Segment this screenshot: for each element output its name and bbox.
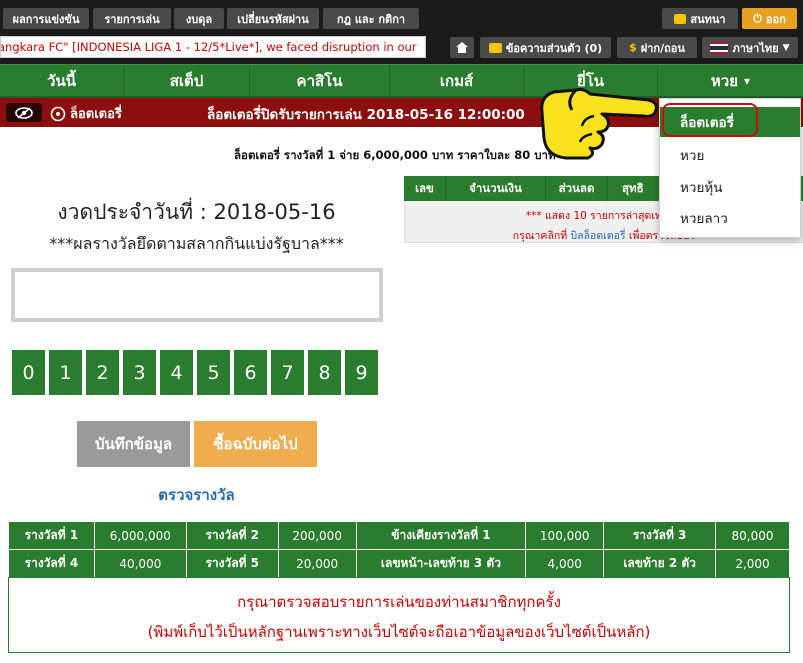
hide-toggle-button[interactable] xyxy=(6,103,42,122)
nav-casino[interactable]: คาสิโน xyxy=(250,65,390,97)
balance-button[interactable]: งบดุล xyxy=(174,8,224,29)
prize-label: รางวัลที่ 3 xyxy=(603,521,717,550)
deposit-label: ฝาก/ถอน xyxy=(640,41,685,55)
chat-label: สนทนา xyxy=(690,12,726,26)
digit-2-button[interactable]: 2 xyxy=(86,350,119,395)
caret-down-icon: ▼ xyxy=(782,42,790,53)
menu-item-stock-lottery[interactable]: หวยหุ้น xyxy=(660,172,800,202)
top-bar: ผลการแข่งขัน รายการเล่น งบดุล เปลี่ยนรหั… xyxy=(0,0,803,64)
deposit-withdraw-button[interactable]: $ ฝาก/ถอน xyxy=(617,37,697,58)
logout-label: ออก xyxy=(765,12,786,26)
digit-6-button[interactable]: 6 xyxy=(234,350,267,395)
prize-value: 6,000,000 xyxy=(93,521,187,550)
prize-value: 4,000 xyxy=(525,549,605,578)
lottery-bill-link[interactable]: บิลล็อตเตอรี่ xyxy=(571,230,626,242)
menu-item-lao-lottery[interactable]: หวยลาว xyxy=(660,203,800,233)
prize-label: รางวัลที่ 1 xyxy=(8,521,95,550)
chat-button[interactable]: สนทนา xyxy=(662,8,738,29)
nav-lottery-label: หวย xyxy=(710,72,739,90)
caret-down-icon: ▾ xyxy=(744,74,751,88)
results-button[interactable]: ผลการแข่งขัน xyxy=(3,8,89,29)
check-prize-link[interactable]: ตรวจรางวัล xyxy=(0,483,393,507)
language-label: ภาษาไทย xyxy=(732,41,779,55)
prize-value: 200,000 xyxy=(277,521,357,550)
prize-label: รางวัลที่ 5 xyxy=(185,549,279,578)
buy-next-button[interactable]: ซื้อฉบับต่อไป xyxy=(194,421,317,467)
nav-lottery[interactable]: หวย ▾ xyxy=(658,65,803,97)
home-icon xyxy=(456,42,468,53)
draw-rule-text: ***ผลรางวัลยึดตามสลากกินแบ่งรัฐบาล*** xyxy=(49,234,344,253)
message-icon xyxy=(488,42,502,53)
power-icon: ⏻ xyxy=(753,11,762,25)
play-list-button[interactable]: รายการเล่น xyxy=(93,8,171,29)
prize-value: 40,000 xyxy=(93,549,187,578)
lottery-section-label: ล็อตเตอรี่ xyxy=(50,103,122,124)
table-row: รางวัลที่ 1 6,000,000 รางวัลที่ 2 200,00… xyxy=(8,521,790,550)
digit-4-button[interactable]: 4 xyxy=(160,350,193,395)
prize-value: 100,000 xyxy=(525,521,605,550)
prize-label: รางวัลที่ 2 xyxy=(185,521,279,550)
digit-5-button[interactable]: 5 xyxy=(197,350,230,395)
prize-value: 2,000 xyxy=(715,549,790,578)
highlight-ring xyxy=(662,103,758,137)
eye-slash-icon xyxy=(15,106,33,119)
dollar-icon: $ xyxy=(629,41,637,54)
digit-keypad: 0 1 2 3 4 5 6 7 8 9 xyxy=(12,350,378,395)
main-nav: วันนี้ สเต็ป คาสิโน เกมส์ ยี่โน หวย ▾ xyxy=(0,64,803,98)
digit-7-button[interactable]: 7 xyxy=(271,350,304,395)
thai-flag-icon xyxy=(710,41,729,54)
lottery-label-text: ล็อตเตอรี่ xyxy=(70,107,122,122)
private-messages-button[interactable]: ข้อความส่วนตัว (0) xyxy=(480,37,611,58)
digit-9-button[interactable]: 9 xyxy=(345,350,378,395)
lottery-number-display[interactable] xyxy=(11,268,383,322)
closing-time-text: ล็อตเตอรี่ปิดรับรายการเล่น 2018-05-16 12… xyxy=(207,107,525,123)
prize-info-line: ล็อตเตอรี่ รางวัลที่ 1 จ่าย 6,000,000 บา… xyxy=(234,148,556,162)
digit-3-button[interactable]: 3 xyxy=(123,350,156,395)
digit-0-button[interactable]: 0 xyxy=(12,350,45,395)
chat-icon xyxy=(674,13,687,24)
draw-date-title: งวดประจำวันที่ : 2018-05-16 xyxy=(57,200,336,224)
digit-8-button[interactable]: 8 xyxy=(308,350,341,395)
lottery-dropdown-menu: ล็อตเตอรี่ หวย หวยหุ้น หวยลาว xyxy=(659,98,801,238)
save-button[interactable]: บันทึกข้อมูล xyxy=(77,421,190,467)
lottery-ticket-icon xyxy=(50,106,66,121)
news-ticker: angkara FC" [INDONESIA LIGA 1 - 12/5*Liv… xyxy=(0,36,426,58)
prize-payout-table: รางวัลที่ 1 6,000,000 รางวัลที่ 2 200,00… xyxy=(8,521,790,578)
notice-line-1: กรุณาตรวจสอบรายการเล่นของท่านสมาชิกทุกคร… xyxy=(237,593,561,611)
table-row: รางวัลที่ 4 40,000 รางวัลที่ 5 20,000 เล… xyxy=(8,549,790,578)
nav-games[interactable]: เกมส์ xyxy=(390,65,524,97)
digit-1-button[interactable]: 1 xyxy=(49,350,82,395)
prize-label: รางวัลที่ 4 xyxy=(8,549,95,578)
notice-line-2: (พิมพ์เก็บไว้เป็นหลักฐานเพราะทางเว็บไซต์… xyxy=(147,623,651,641)
prize-label: ข้างเคียงรางวัลที่ 1 xyxy=(355,521,527,550)
col-number: เลข xyxy=(404,176,446,201)
logout-button[interactable]: ⏻ ออก xyxy=(742,8,797,29)
pointing-hand-icon xyxy=(540,88,658,160)
ticker-text: angkara FC" [INDONESIA LIGA 1 - 12/5*Liv… xyxy=(0,40,417,54)
hint-prefix: กรุณาคลิกที่ xyxy=(512,230,571,242)
menu-item-huay[interactable]: หวย xyxy=(660,140,800,170)
prize-label: เลขท้าย 2 ตัว xyxy=(603,549,717,578)
nav-today[interactable]: วันนี้ xyxy=(0,65,124,97)
prize-value: 80,000 xyxy=(715,521,790,550)
rules-button[interactable]: กฎ และ กติกา xyxy=(323,8,419,29)
nav-step[interactable]: สเต็ป xyxy=(124,65,250,97)
language-selector[interactable]: ภาษาไทย ▼ xyxy=(702,37,798,58)
col-discount: ส่วนลด xyxy=(546,176,608,201)
prize-label: เลขหน้า-เลขท้าย 3 ตัว xyxy=(355,549,527,578)
member-notice: กรุณาตรวจสอบรายการเล่นของท่านสมาชิกทุกคร… xyxy=(8,577,790,653)
change-password-button[interactable]: เปลี่ยนรหัสผ่าน xyxy=(227,8,319,29)
col-amount: จำนวนเงิน xyxy=(446,176,546,201)
prize-value: 20,000 xyxy=(277,549,357,578)
home-button[interactable] xyxy=(450,37,474,58)
messages-label: ข้อความส่วนตัว (0) xyxy=(505,41,603,55)
